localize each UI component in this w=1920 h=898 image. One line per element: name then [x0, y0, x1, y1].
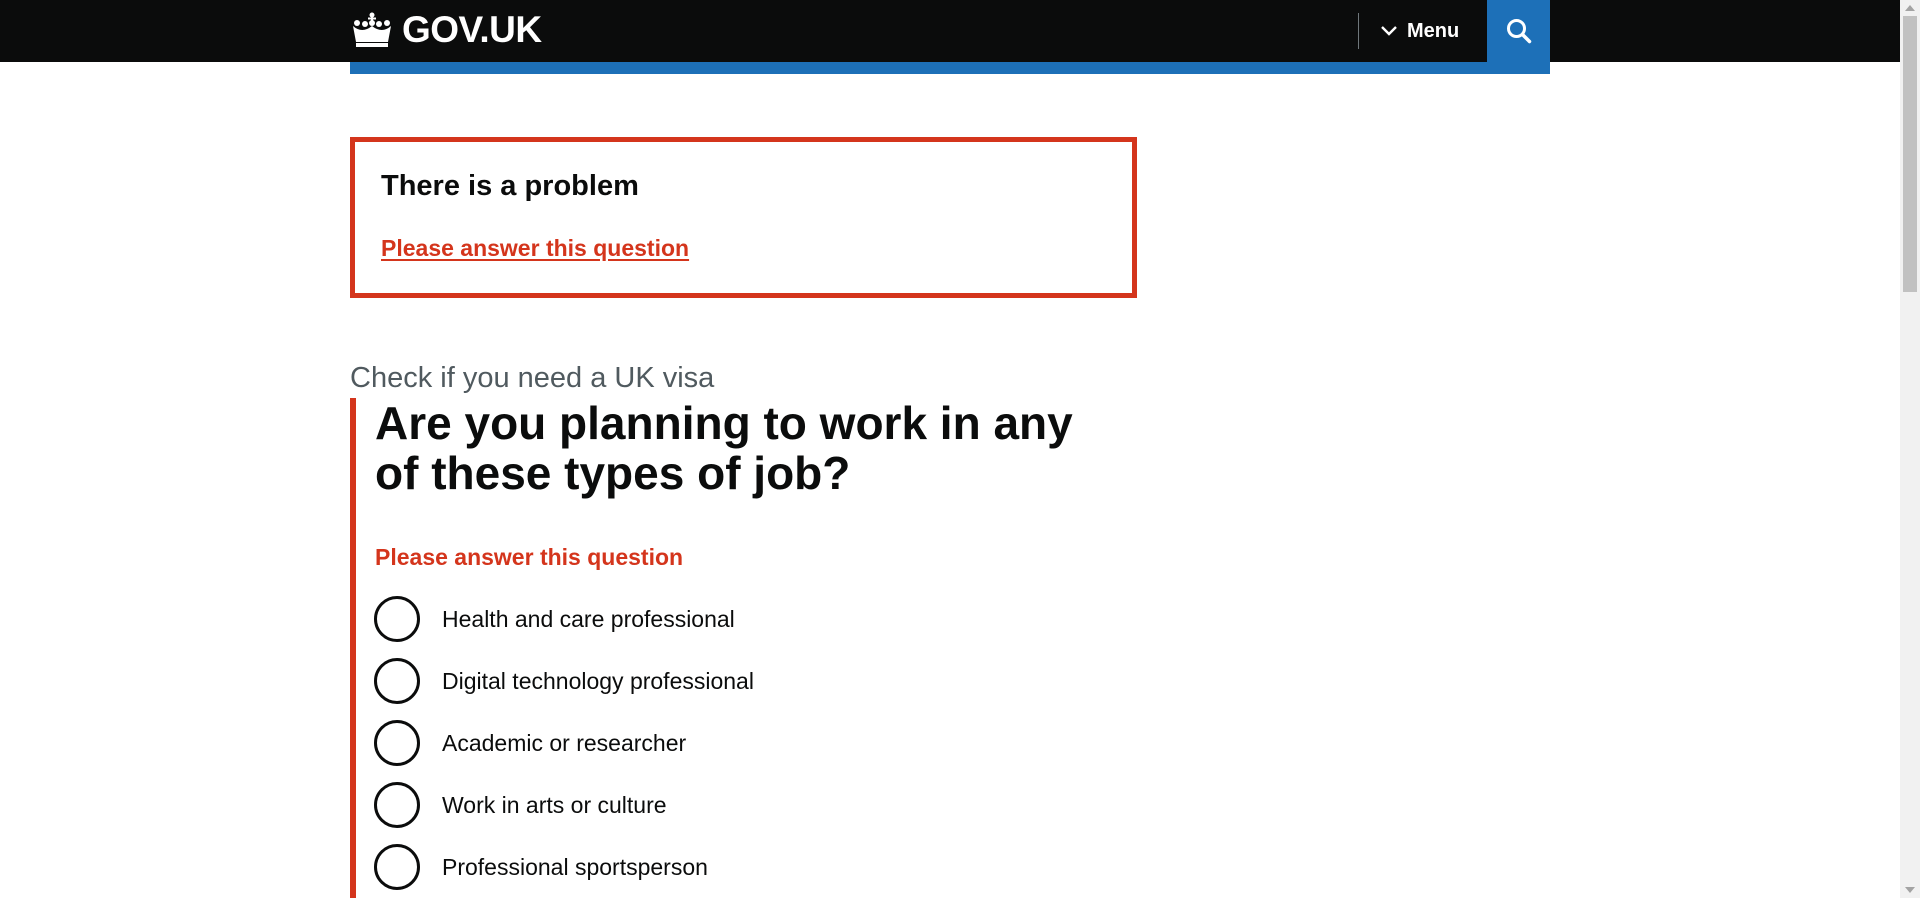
chevron-down-icon	[1381, 26, 1397, 36]
vertical-scrollbar[interactable]	[1900, 0, 1920, 898]
radio-option-digital-technology[interactable]: Digital technology professional	[374, 656, 754, 706]
crown-icon	[353, 12, 391, 47]
menu-button[interactable]: Menu	[1380, 0, 1459, 62]
scroll-up-arrow-icon[interactable]	[1905, 5, 1915, 11]
radio-button[interactable]	[374, 596, 420, 642]
search-button[interactable]	[1487, 0, 1550, 62]
radio-label[interactable]: Work in arts or culture	[442, 792, 667, 819]
logo-text: GOV.UK	[402, 9, 542, 50]
radio-option-sportsperson[interactable]: Professional sportsperson	[374, 842, 708, 892]
radio-option-arts-culture[interactable]: Work in arts or culture	[374, 780, 667, 830]
form-group-error-border	[350, 398, 356, 898]
site-header: GOV.UK Menu	[0, 0, 1900, 62]
question-caption: Check if you need a UK visa	[350, 362, 715, 394]
question-heading: Are you planning to work in any of these…	[375, 397, 1073, 499]
radio-button[interactable]	[374, 782, 420, 828]
search-icon	[1506, 19, 1531, 44]
error-summary-title: There is a problem	[381, 170, 639, 202]
header-blue-bar	[350, 62, 1550, 74]
menu-label: Menu	[1407, 19, 1460, 42]
radio-label[interactable]: Academic or researcher	[442, 730, 686, 757]
radio-button[interactable]	[374, 658, 420, 704]
scroll-down-arrow-icon[interactable]	[1905, 887, 1915, 893]
govuk-logo-link[interactable]: GOV.UK	[350, 8, 542, 52]
radio-button[interactable]	[374, 720, 420, 766]
radio-button[interactable]	[374, 844, 420, 890]
radio-option-academic-researcher[interactable]: Academic or researcher	[374, 718, 686, 768]
error-summary: There is a problem Please answer this qu…	[350, 137, 1137, 298]
radio-label[interactable]: Professional sportsperson	[442, 854, 708, 881]
header-divider	[1358, 13, 1359, 49]
radio-label[interactable]: Health and care professional	[442, 606, 735, 633]
error-summary-link[interactable]: Please answer this question	[381, 235, 689, 262]
scrollbar-thumb[interactable]	[1903, 16, 1917, 292]
radio-option-health-care[interactable]: Health and care professional	[374, 594, 735, 644]
radio-label[interactable]: Digital technology professional	[442, 668, 754, 695]
field-error-message: Please answer this question	[375, 544, 684, 570]
